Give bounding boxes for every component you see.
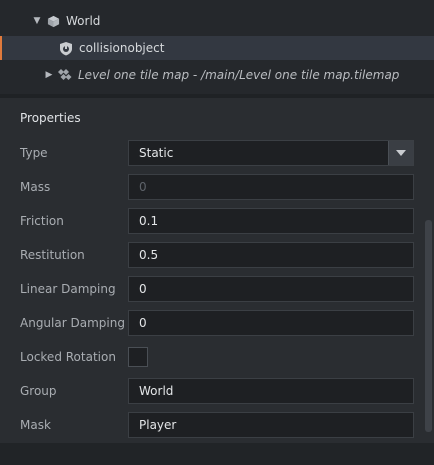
collision-object-icon (59, 41, 73, 55)
property-label: Mass (20, 180, 51, 194)
property-label: Type (20, 146, 48, 160)
linear-damping-field[interactable]: 0 (128, 276, 414, 302)
property-label: Friction (20, 214, 64, 228)
property-label: Mask (20, 418, 51, 432)
tree-item-world[interactable]: ▼ World (0, 9, 434, 33)
property-label: Group (20, 384, 57, 398)
tree-item-label: Level one tile map - /main/Level one til… (78, 68, 400, 82)
outline-panel: ▼ World collisionobject ▶ Level one tile… (0, 0, 434, 94)
property-label: Linear Damping (20, 282, 116, 296)
group-field[interactable]: World (128, 378, 414, 404)
mass-field[interactable]: 0 (128, 174, 414, 200)
property-label: Locked Rotation (20, 350, 116, 364)
property-friction: Friction 0.1 (0, 208, 420, 234)
tree-item-tilemap[interactable]: ▶ Level one tile map - /main/Level one t… (0, 63, 434, 87)
property-label: Angular Damping (20, 316, 125, 330)
properties-panel: Properties Type Static Mass 0 Friction 0… (0, 98, 434, 443)
property-label: Restitution (20, 248, 85, 262)
tilemap-icon (58, 68, 72, 82)
cube-icon (46, 14, 60, 28)
triangle-down-icon[interactable]: ▼ (32, 16, 42, 26)
triangle-right-icon[interactable]: ▶ (44, 70, 54, 80)
properties-title: Properties (20, 111, 81, 125)
restitution-field[interactable]: 0.5 (128, 242, 414, 268)
property-type: Type Static (0, 140, 420, 166)
property-angular-damping: Angular Damping 0 (0, 310, 420, 336)
property-locked-rotation: Locked Rotation (0, 344, 420, 370)
property-mask: Mask Player (0, 412, 420, 438)
friction-field[interactable]: 0.1 (128, 208, 414, 234)
property-restitution: Restitution 0.5 (0, 242, 420, 268)
property-linear-damping: Linear Damping 0 (0, 276, 420, 302)
mask-field[interactable]: Player (128, 412, 414, 438)
tree-item-label: World (66, 14, 101, 28)
tree-item-label: collisionobject (79, 41, 165, 55)
type-select-value: Static (139, 146, 174, 160)
property-group: Group World (0, 378, 420, 404)
tree-item-collisionobject[interactable]: collisionobject (0, 36, 434, 60)
angular-damping-field[interactable]: 0 (128, 310, 414, 336)
type-select[interactable]: Static (128, 140, 414, 166)
bottom-panel-edge (0, 443, 434, 465)
partially-visible-row (62, 0, 102, 2)
locked-rotation-checkbox[interactable] (128, 347, 148, 367)
chevron-down-icon[interactable] (388, 141, 413, 165)
property-mass: Mass 0 (0, 174, 420, 200)
properties-scrollbar[interactable] (425, 220, 432, 432)
